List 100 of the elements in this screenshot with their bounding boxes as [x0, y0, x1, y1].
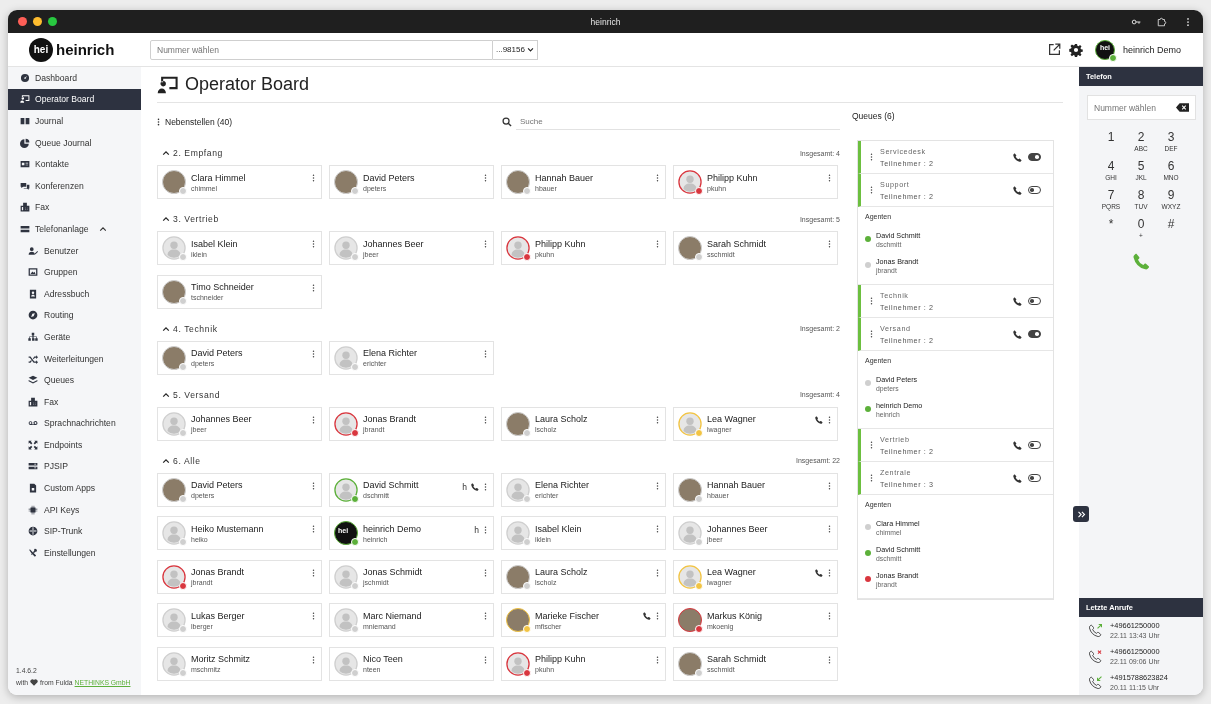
more-button[interactable]	[311, 481, 316, 490]
queue-toggle[interactable]	[1028, 186, 1041, 194]
user-name[interactable]: heinrich Demo	[1122, 44, 1181, 55]
dial-field[interactable]: Nummer wählen	[1087, 95, 1196, 120]
nav-item[interactable]: Custom Apps	[8, 477, 141, 499]
queue-toggle[interactable]	[1028, 441, 1041, 449]
more-button[interactable]	[311, 349, 316, 358]
queue-toggle[interactable]	[1028, 330, 1041, 338]
nav-item[interactable]: Weiterleitungen	[8, 347, 141, 370]
nav-item[interactable]: Queues	[8, 369, 141, 391]
nav-item[interactable]: Endpoints	[8, 434, 141, 456]
keypad-key[interactable]: 1	[1096, 130, 1126, 156]
more-icon[interactable]	[157, 118, 160, 126]
zoom-button[interactable]	[48, 17, 57, 26]
more-button[interactable]	[655, 655, 660, 664]
more-button[interactable]	[827, 525, 832, 533]
more-button[interactable]	[827, 612, 832, 620]
group-header[interactable]: 6. Alle	[157, 455, 201, 466]
group-header[interactable]: 5. Versand	[157, 389, 221, 400]
nav-item[interactable]: Sprachnachrichten	[8, 412, 141, 435]
call-button[interactable]	[1013, 152, 1022, 162]
more-button[interactable]	[483, 240, 488, 248]
more-button[interactable]	[483, 349, 488, 358]
call-button[interactable]	[1013, 473, 1022, 483]
keypad-key[interactable]: *	[1096, 217, 1126, 243]
more-button[interactable]	[483, 482, 488, 491]
more-button[interactable]	[311, 655, 316, 664]
nav-item[interactable]: API Keys	[8, 498, 141, 521]
more-button[interactable]	[869, 474, 874, 482]
nav-item[interactable]: Kontakte	[8, 153, 141, 175]
more-button[interactable]	[483, 612, 488, 620]
queue-toggle[interactable]	[1028, 297, 1041, 305]
more-button[interactable]	[827, 568, 832, 577]
group-header[interactable]: 2. Empfang	[157, 148, 223, 158]
nav-item[interactable]: SIP-Trunk	[8, 520, 141, 543]
call-button[interactable]	[1013, 296, 1022, 306]
nav-item[interactable]: PJSIP	[8, 455, 141, 478]
nav-item[interactable]: Fax	[8, 196, 141, 219]
nav-item[interactable]: Journal	[8, 110, 141, 132]
more-button[interactable]	[869, 186, 874, 194]
more-button[interactable]	[869, 297, 874, 305]
dial-field[interactable]: Nummer wählen	[150, 39, 493, 60]
nav-item[interactable]: Operator Board	[8, 88, 141, 111]
more-button[interactable]	[311, 240, 316, 248]
nav-item[interactable]: Konferenzen	[8, 174, 141, 197]
more-button[interactable]	[655, 568, 660, 577]
nav-item[interactable]: Dashboard	[8, 67, 141, 89]
minimize-button[interactable]	[33, 17, 42, 26]
extension-name: Lukas Berger	[191, 610, 246, 621]
nav-item[interactable]: Geräte	[8, 326, 141, 348]
more-button[interactable]	[483, 174, 488, 182]
backspace-icon[interactable]	[1176, 103, 1189, 112]
call-button[interactable]	[1013, 185, 1022, 195]
close-button[interactable]	[18, 17, 27, 26]
call-button[interactable]	[1013, 329, 1022, 339]
book-icon	[20, 116, 30, 126]
group-header[interactable]: 3. Vertrieb	[157, 214, 219, 224]
more-button[interactable]	[827, 655, 832, 664]
call-button[interactable]	[1013, 440, 1022, 450]
nav-item[interactable]: Fax	[8, 390, 141, 413]
caller-id-select[interactable]: ...98156	[493, 39, 538, 60]
more-button[interactable]	[655, 612, 660, 620]
puzzle-icon[interactable]	[1157, 16, 1167, 27]
more-button[interactable]	[827, 240, 832, 248]
group-header[interactable]: 4. Technik	[157, 323, 218, 334]
more-button[interactable]	[311, 415, 316, 424]
more-button[interactable]	[311, 612, 316, 620]
more-button[interactable]	[869, 441, 874, 449]
more-button[interactable]	[311, 525, 316, 533]
more-button[interactable]	[311, 283, 316, 292]
more-button[interactable]	[311, 174, 316, 182]
more-button[interactable]	[655, 240, 660, 248]
nav-item[interactable]: Einstellungen	[8, 542, 141, 564]
settings-button[interactable]	[1068, 42, 1083, 57]
more-button[interactable]	[655, 525, 660, 533]
nav-item[interactable]: Telefonanlage	[8, 218, 141, 240]
more-button[interactable]	[655, 415, 660, 424]
more-button[interactable]	[311, 568, 316, 577]
external-link-button[interactable]	[1047, 43, 1061, 56]
keypad-key[interactable]: #	[1156, 217, 1186, 243]
more-button[interactable]	[869, 153, 874, 161]
queue-toggle[interactable]	[1028, 474, 1041, 482]
more-button[interactable]	[483, 568, 488, 577]
more-button[interactable]	[483, 415, 488, 424]
nav-item[interactable]: Adressbuch	[8, 282, 141, 305]
queue-toggle[interactable]	[1028, 153, 1041, 161]
more-button[interactable]	[827, 481, 832, 490]
more-button[interactable]	[655, 481, 660, 490]
nav-item[interactable]: Routing	[8, 304, 141, 327]
more-button[interactable]	[827, 174, 832, 182]
collapse-button[interactable]	[1073, 506, 1089, 522]
extension-name: Johannes Beer	[191, 414, 253, 424]
more-button[interactable]	[483, 655, 488, 664]
nav-item[interactable]: Benutzer	[8, 239, 141, 262]
nav-item[interactable]: Queue Journal	[8, 131, 141, 154]
more-button[interactable]	[827, 415, 832, 424]
more-button[interactable]	[655, 174, 660, 182]
more-button[interactable]	[869, 330, 874, 338]
nav-item[interactable]: Gruppen	[8, 261, 141, 283]
more-button[interactable]	[483, 526, 488, 534]
